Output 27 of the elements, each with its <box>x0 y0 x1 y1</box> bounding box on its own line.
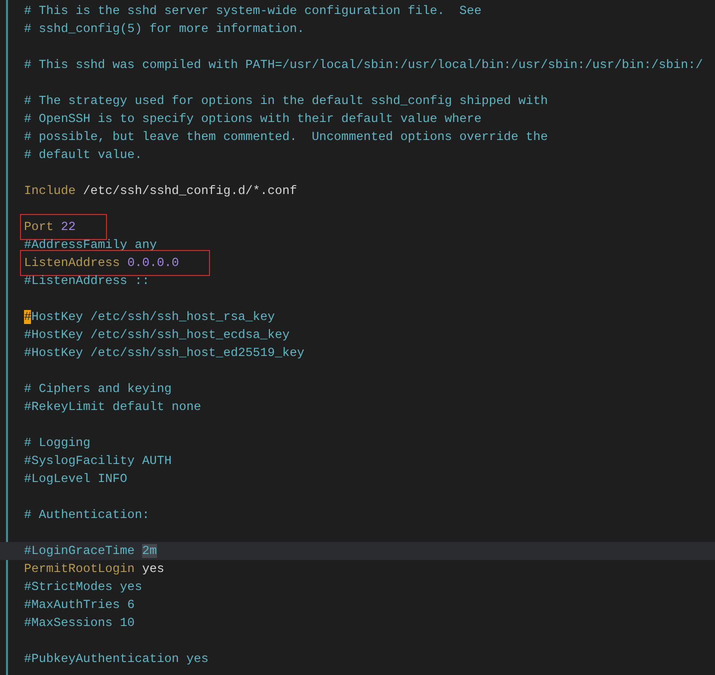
code-line: #MaxAuthTries 6 <box>24 598 135 612</box>
code-line: #LoginGraceTime 2m <box>24 544 157 558</box>
code-line: #HostKey /etc/ssh/ssh_host_ecdsa_key <box>24 328 290 342</box>
code-line: # Authentication: <box>24 508 150 522</box>
code-line: #SyslogFacility AUTH <box>24 454 172 468</box>
code-line: #ListenAddress :: <box>24 274 150 288</box>
code-line: # The strategy used for options in the default sshd_config shipped with <box>24 94 548 108</box>
code-line: #LogLevel INFO <box>24 472 128 486</box>
code-line: #StrictModes yes <box>24 580 142 594</box>
code-line: # possible, but leave them commented. Uncommented options override the <box>24 130 548 144</box>
code-line: # sshd_config(5) for more information. <box>24 22 304 36</box>
code-line: ListenAddress 0.0.0.0 <box>24 256 179 270</box>
code-line: # This is the sshd server system-wide configuration file. See <box>24 4 482 18</box>
code-line: #AddressFamily any <box>24 238 157 252</box>
code-line: Port 22 <box>24 220 76 234</box>
code-line: #RekeyLimit default none <box>24 400 202 414</box>
code-line: #HostKey /etc/ssh/ssh_host_ed25519_key <box>24 346 304 360</box>
code-line: #PubkeyAuthentication yes <box>24 652 208 666</box>
code-line: # This sshd was compiled with PATH=/usr/local/sbin:/usr/local/bin:/usr/sbin:/usr/bin:/sbin:/ <box>24 58 703 72</box>
code-line: # Logging <box>24 436 90 450</box>
code-line: # OpenSSH is to specify options with their default value where <box>24 112 482 126</box>
code-line: PermitRootLogin yes <box>24 562 164 576</box>
code-line: #HostKey /etc/ssh/ssh_host_rsa_key <box>24 310 275 324</box>
code-line: # default value. <box>24 148 142 162</box>
code-line: # Ciphers and keying <box>24 382 172 396</box>
code-line: Include /etc/ssh/sshd_config.d/*.conf <box>24 184 298 198</box>
code-line: #MaxSessions 10 <box>24 616 135 630</box>
